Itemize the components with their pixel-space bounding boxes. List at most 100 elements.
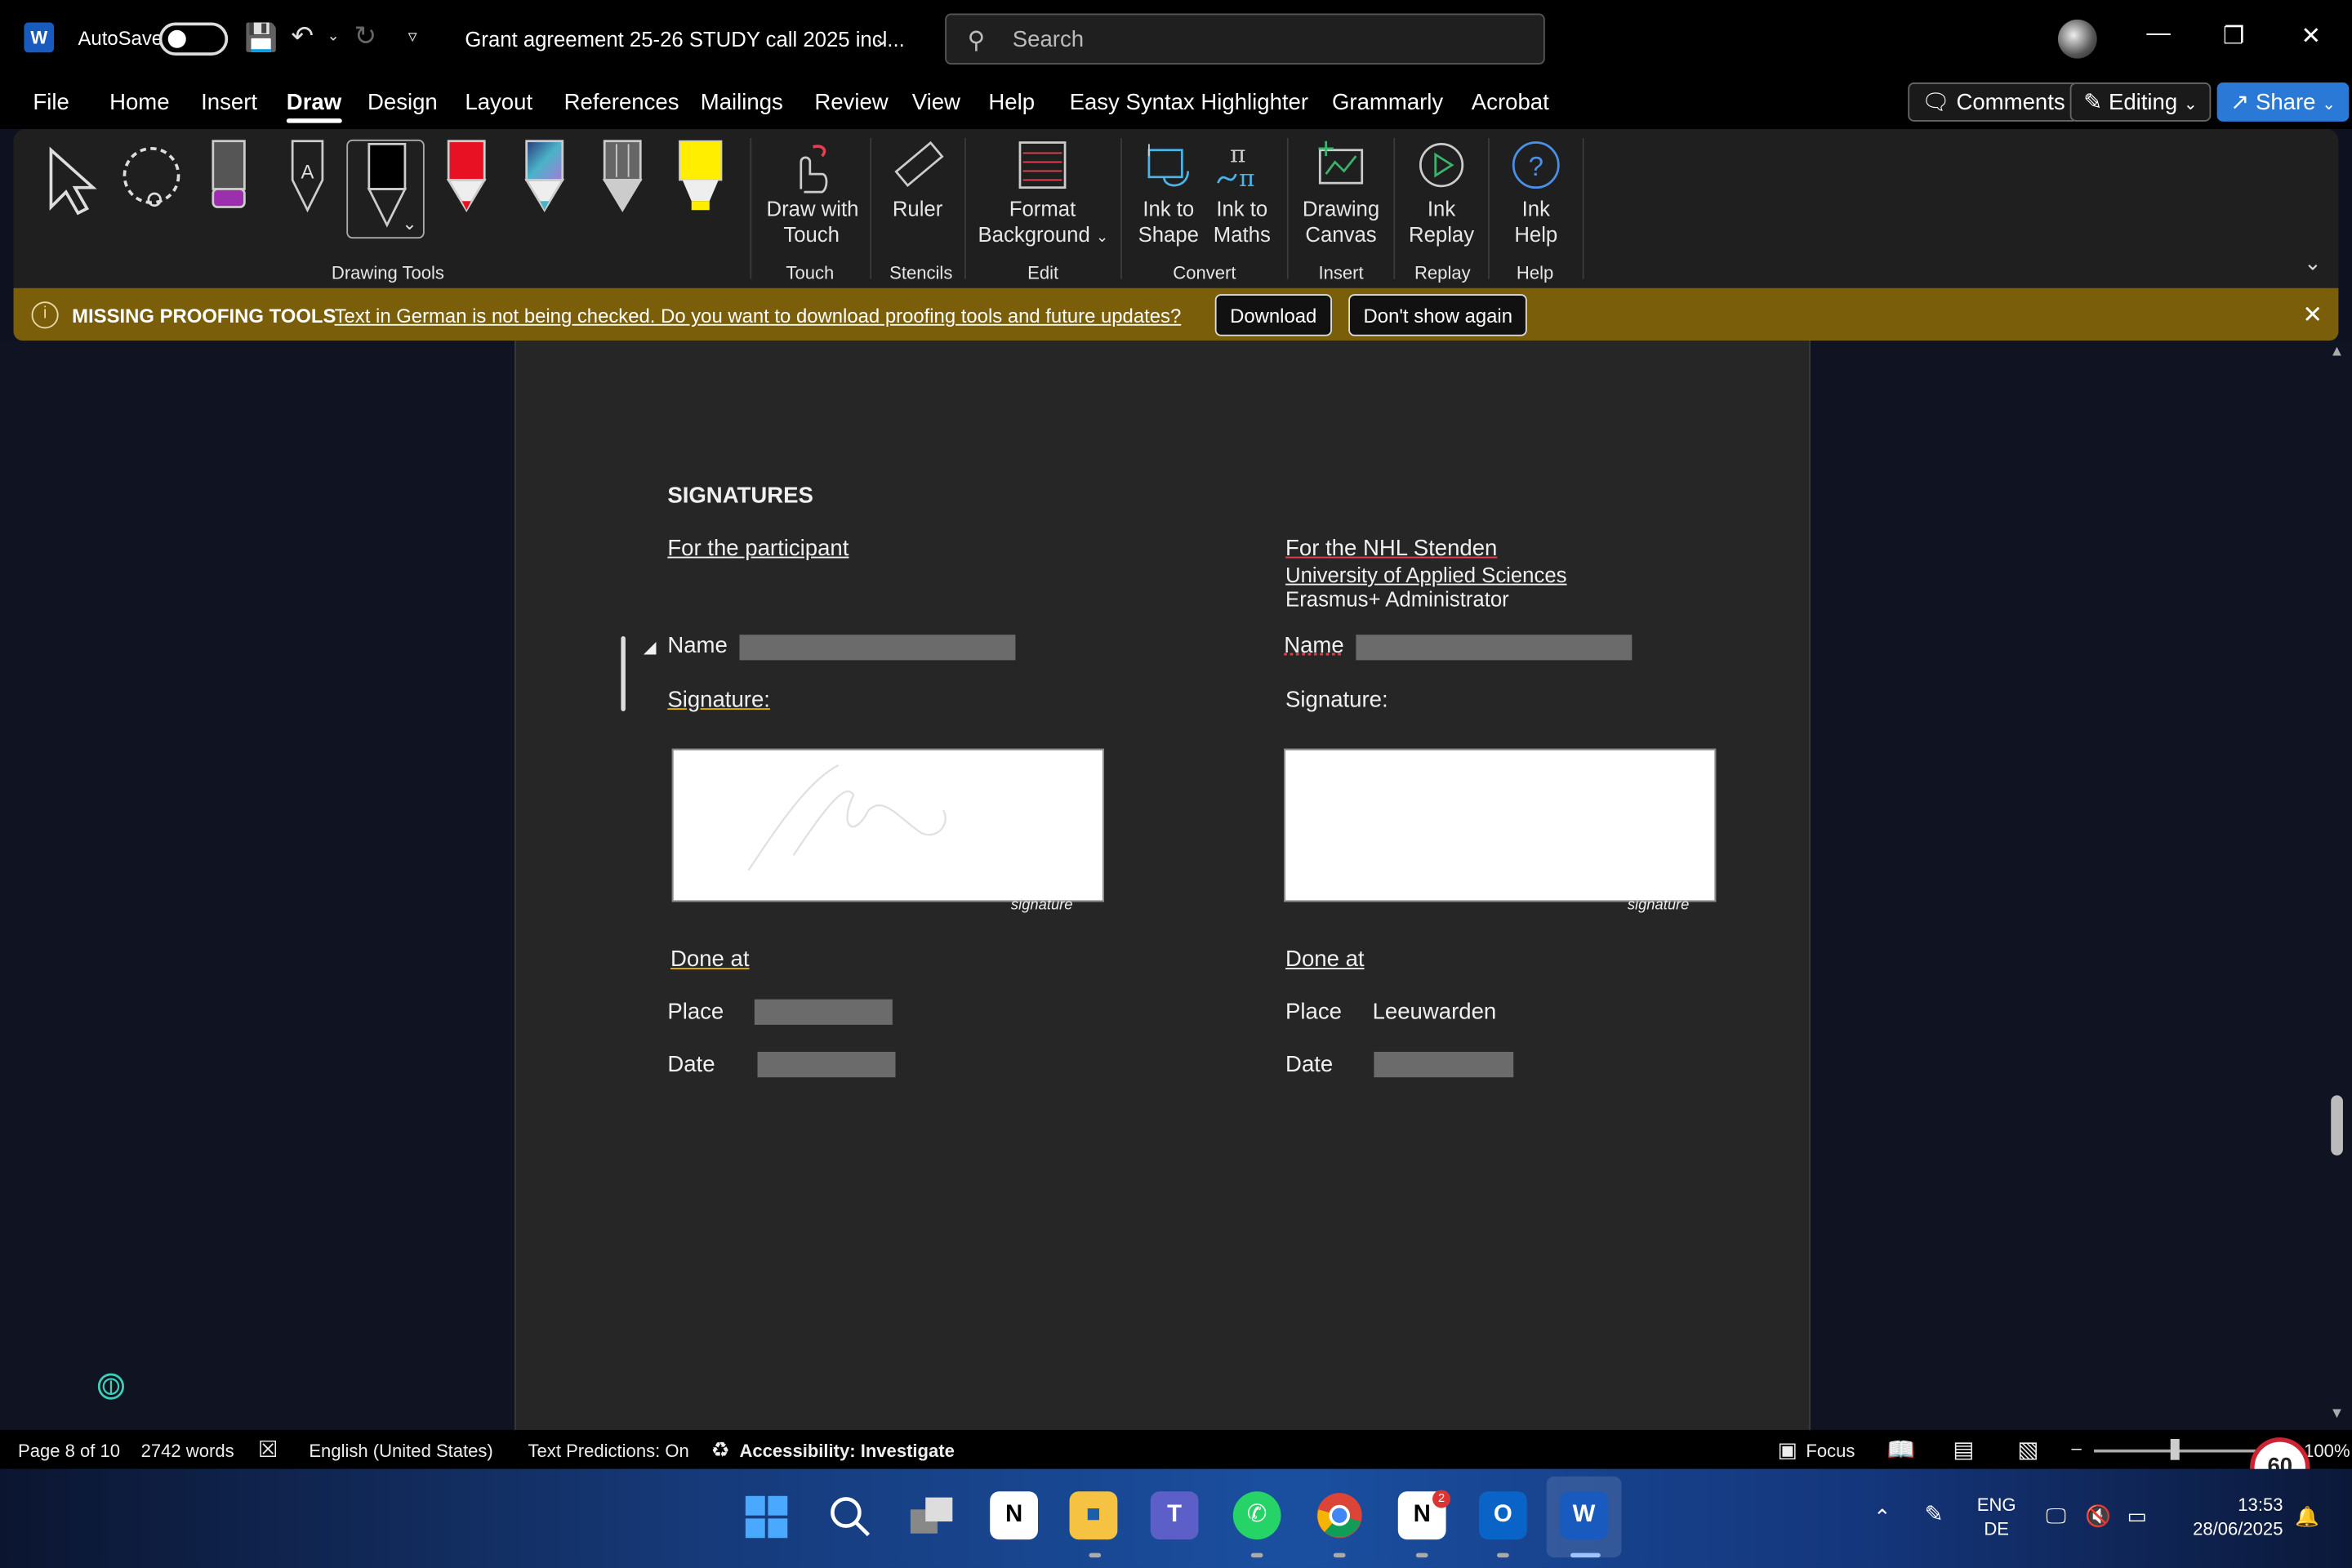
task-view-icon[interactable] <box>907 1494 956 1539</box>
tab-file[interactable]: File <box>33 90 69 115</box>
document-title[interactable]: Grant agreement 25-26 STUDY call 2025 in… <box>465 27 904 51</box>
restore-icon[interactable]: ❐ <box>2223 21 2244 51</box>
help-icon[interactable]: ? <box>1509 138 1563 192</box>
drawing-canvas-icon[interactable] <box>1314 138 1368 192</box>
tab-insert[interactable]: Insert <box>201 90 257 115</box>
focus-button[interactable]: Focus <box>1806 1441 1855 1462</box>
tab-draw[interactable]: Draw <box>286 90 341 123</box>
close-icon[interactable]: ✕ <box>2301 21 2321 51</box>
input-language[interactable]: ENG DE <box>1977 1493 2016 1541</box>
dont-show-again-button[interactable]: Don't show again <box>1348 294 1528 336</box>
accessibility-status[interactable]: Accessibility: Investigate <box>739 1441 954 1462</box>
word-count[interactable]: 2742 words <box>141 1441 234 1462</box>
ink-help-button[interactable]: Ink Help <box>1506 197 1566 247</box>
fingerprint-icon[interactable] <box>96 1371 127 1401</box>
customize-icon[interactable]: ▿ <box>408 27 417 45</box>
network-icon[interactable]: 🖵 <box>2046 1503 2066 1527</box>
red-pen-icon[interactable] <box>444 138 489 216</box>
institution-done-at: Done at <box>1285 947 1365 973</box>
avatar[interactable] <box>2057 19 2097 59</box>
tab-acrobat[interactable]: Acrobat <box>1472 90 1549 115</box>
tab-design[interactable]: Design <box>368 90 438 115</box>
participant-signature-box[interactable] <box>671 748 1104 902</box>
select-arrow-icon[interactable] <box>42 144 101 219</box>
zoom-out-icon[interactable]: – <box>2071 1437 2081 1459</box>
word-icon[interactable]: W <box>1560 1491 1608 1540</box>
whatsapp-icon[interactable]: ✆ <box>1232 1491 1281 1540</box>
ink-to-maths-icon[interactable]: π π <box>1215 138 1269 192</box>
scrollbar-thumb[interactable] <box>2331 1095 2343 1156</box>
format-background-button[interactable]: Format Background ⌄ <box>978 197 1109 251</box>
collapse-ribbon-icon[interactable]: ⌄ <box>2304 252 2322 274</box>
print-layout-icon[interactable]: ▤ <box>1953 1436 1974 1463</box>
zoom-slider-knob[interactable] <box>2170 1438 2180 1460</box>
galaxy-pen-icon[interactable] <box>522 138 567 216</box>
share-button[interactable]: ↗ Share ⌄ <box>2216 82 2350 122</box>
teams-icon[interactable]: T <box>1150 1491 1199 1540</box>
chevron-down-icon[interactable]: ⌄ <box>873 27 891 48</box>
text-cursor-handle[interactable] <box>621 636 626 711</box>
proofing-icon[interactable]: ☒ <box>258 1436 278 1463</box>
collapse-triangle-icon[interactable]: ◢ <box>644 638 657 657</box>
notion-icon[interactable]: N <box>990 1491 1038 1540</box>
page-count[interactable]: Page 8 of 10 <box>18 1441 120 1462</box>
draw-with-touch-icon[interactable] <box>783 141 837 195</box>
show-hidden-icons-icon[interactable]: ⌃ <box>1873 1505 1891 1529</box>
download-button[interactable]: Download <box>1214 294 1332 336</box>
search-icon[interactable] <box>828 1494 873 1539</box>
tab-review[interactable]: Review <box>814 90 888 115</box>
ink-replay-button[interactable]: Ink Replay <box>1407 197 1476 247</box>
tab-references[interactable]: References <box>564 90 679 115</box>
undo-icon[interactable]: ↶ <box>291 23 314 50</box>
scroll-up-icon[interactable]: ▲ <box>2329 345 2344 360</box>
ink-to-shape-button[interactable]: Ink to Shape <box>1135 197 1201 247</box>
highlighter-icon[interactable] <box>676 138 724 216</box>
eraser-icon[interactable] <box>207 138 252 216</box>
tab-view[interactable]: View <box>912 90 960 115</box>
format-background-icon[interactable] <box>1017 140 1067 190</box>
web-layout-icon[interactable]: ▧ <box>2017 1436 2038 1463</box>
volume-muted-icon[interactable]: 🔇 <box>2085 1503 2111 1527</box>
close-icon[interactable]: ✕ <box>2302 300 2323 330</box>
tab-easy-syntax-highlighter[interactable]: Easy Syntax Highlighter <box>1070 90 1308 115</box>
outlook-icon[interactable]: O <box>1478 1491 1527 1540</box>
tab-help[interactable]: Help <box>988 90 1035 115</box>
autosave-toggle[interactable] <box>158 22 229 56</box>
tab-home[interactable]: Home <box>109 90 169 115</box>
pen-menu-icon[interactable]: ✎ <box>1924 1503 1943 1527</box>
start-icon[interactable] <box>744 1494 789 1539</box>
institution-signature-box[interactable] <box>1284 748 1717 902</box>
comments-button[interactable]: 🗨 Comments <box>1908 82 2079 122</box>
battery-icon[interactable]: ▭ <box>2127 1503 2146 1527</box>
file-explorer-icon[interactable]: ■ <box>1069 1491 1118 1540</box>
ink-to-shape-icon[interactable] <box>1143 138 1197 192</box>
read-mode-icon[interactable]: 📖 <box>1887 1436 1915 1463</box>
zoom-level[interactable]: 100% <box>2304 1441 2350 1462</box>
language-status[interactable]: English (United States) <box>309 1441 492 1462</box>
tab-mailings[interactable]: Mailings <box>701 90 783 115</box>
draw-with-touch-button[interactable]: Draw with Touch <box>767 197 859 247</box>
clock[interactable]: 13:53 28/06/2025 <box>2175 1493 2283 1541</box>
ink-replay-icon[interactable] <box>1414 138 1468 192</box>
chrome-icon[interactable] <box>1316 1491 1364 1539</box>
text-predictions-status[interactable]: Text Predictions: On <box>528 1441 689 1462</box>
ruler-button[interactable]: Ruler <box>893 197 942 222</box>
pen-action-icon[interactable]: A <box>285 138 330 216</box>
notifications-icon[interactable]: 🔔 <box>2295 1505 2319 1529</box>
editing-button[interactable]: ✎ Editing ⌄ <box>2069 82 2212 122</box>
undo-dropdown-icon[interactable]: ⌄ <box>327 29 339 45</box>
scroll-down-icon[interactable]: ▼ <box>2329 1406 2344 1422</box>
tab-grammarly[interactable]: Grammarly <box>1332 90 1443 115</box>
save-icon[interactable]: 💾 <box>244 24 278 51</box>
notification-message-link[interactable]: Text in German is not being checked. Do … <box>335 305 1182 327</box>
pencil-icon[interactable] <box>600 138 645 216</box>
vertical-scrollbar[interactable] <box>2325 341 2352 1430</box>
ruler-icon[interactable] <box>891 138 945 192</box>
tab-layout[interactable]: Layout <box>465 90 532 115</box>
chevron-down-icon[interactable]: ⌄ <box>402 215 416 233</box>
search-input[interactable]: ⚲ Search <box>945 13 1545 65</box>
drawing-canvas-button[interactable]: Drawing Canvas <box>1299 197 1383 247</box>
ink-to-maths-button[interactable]: Ink to Maths <box>1208 197 1276 247</box>
lasso-select-icon[interactable] <box>117 144 192 219</box>
minimize-icon[interactable]: — <box>2146 21 2170 48</box>
